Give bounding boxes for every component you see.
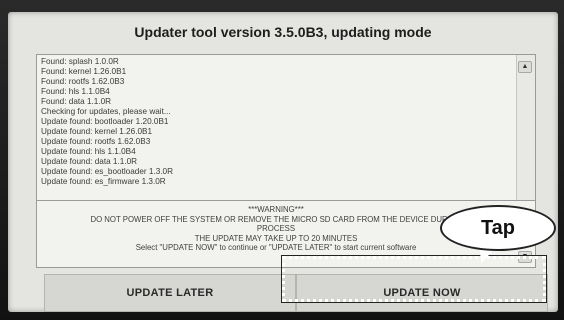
log-line: Found: rootfs 1.62.0B3	[41, 77, 125, 86]
update-later-button[interactable]: UPDATE LATER	[44, 274, 296, 312]
tap-highlight-frame	[281, 255, 547, 303]
log-line: Found: data 1.1.0R	[41, 97, 112, 106]
log-line: Found: splash 1.0.0R	[41, 57, 119, 66]
scroll-up-arrow-icon[interactable]: ▲	[518, 61, 532, 73]
log-line: Update found: hls 1.1.0B4	[41, 147, 136, 156]
log-line: Update found: rootfs 1.62.0B3	[41, 137, 151, 146]
log-scrollbar[interactable]: ▲	[516, 55, 535, 200]
log-line: Checking for updates, please wait...	[41, 107, 171, 116]
log-line: Update found: data 1.1.0R	[41, 157, 138, 166]
device-bezel: Updater tool version 3.5.0B3, updating m…	[0, 0, 564, 320]
warning-line: DO NOT POWER OFF THE SYSTEM OR REMOVE TH…	[90, 214, 462, 224]
log-line: Update found: es_bootloader 1.3.0R	[41, 167, 174, 176]
warning-heading: ***WARNING***	[248, 205, 304, 214]
log-line: Update found: es_firmware 1.3.0R	[41, 177, 166, 186]
log-line: Found: kernel 1.26.0B1	[41, 67, 127, 76]
update-log-panel[interactable]: Found: splash 1.0.0R Found: kernel 1.26.…	[36, 54, 536, 201]
tap-callout-bubble: Tap	[440, 205, 556, 251]
warning-line: THE UPDATE MAY TAKE UP TO 20 MINUTES	[194, 233, 358, 243]
log-line: Update found: bootloader 1.20.0B1	[41, 117, 169, 126]
log-lines: Found: splash 1.0.0R Found: kernel 1.26.…	[41, 57, 511, 187]
log-line: Update found: kernel 1.26.0B1	[41, 127, 153, 136]
warning-line: Select "UPDATE NOW" to continue or "UPDA…	[135, 243, 417, 253]
log-line: Found: hls 1.1.0B4	[41, 87, 110, 96]
page-title: Updater tool version 3.5.0B3, updating m…	[134, 24, 432, 40]
